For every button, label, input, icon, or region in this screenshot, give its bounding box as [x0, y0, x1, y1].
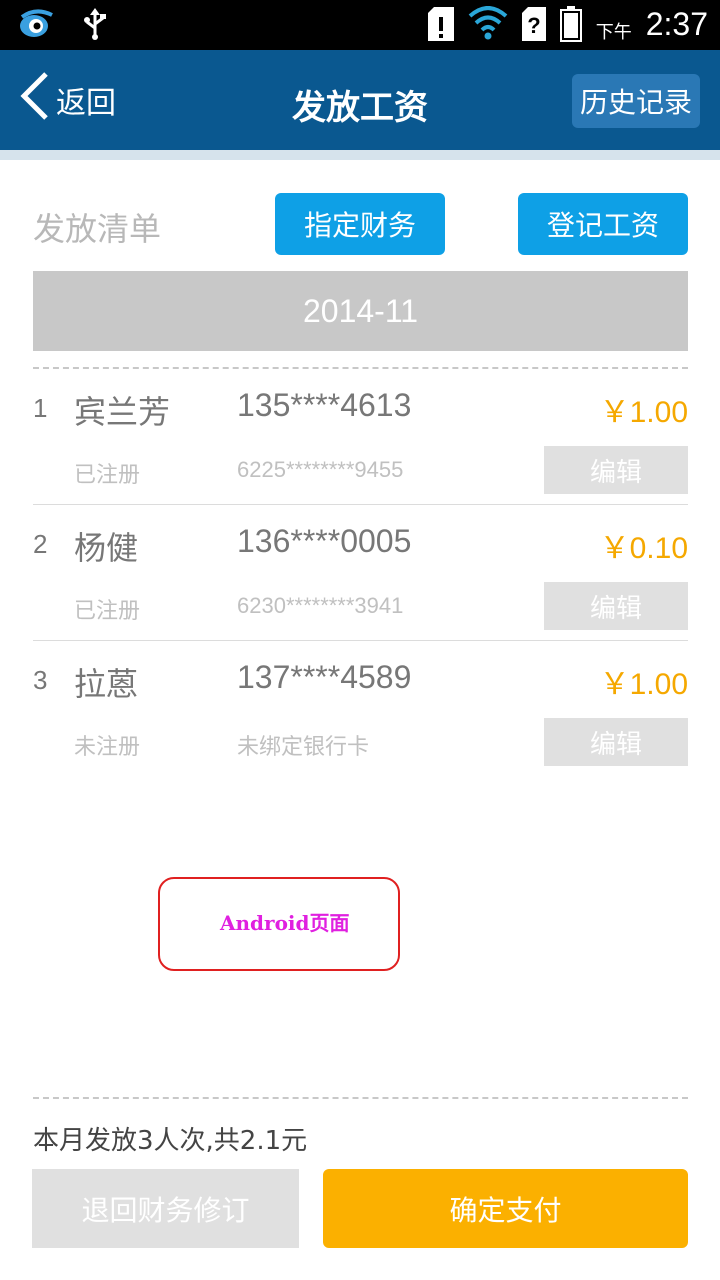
annotation-text: Android页面 — [220, 911, 350, 935]
table-row: 2 杨健 136****0005 ￥0.10 已注册 6230********3… — [33, 505, 688, 641]
assign-finance-button[interactable]: 指定财务 — [275, 193, 445, 255]
confirm-payment-button[interactable]: 确定支付 — [323, 1169, 688, 1248]
bank-card-number: 6230********3941 — [237, 593, 404, 618]
status-bar: ? 下午 2:37 — [0, 0, 720, 50]
title-bar: 返回 发放工资 历史记录 — [0, 50, 720, 150]
header-divider — [0, 150, 720, 160]
app-bird-icon — [18, 9, 54, 39]
bank-card-number: 6225********9455 — [237, 457, 404, 482]
register-salary-button[interactable]: 登记工资 — [518, 193, 688, 255]
list-label: 发放清单 — [33, 210, 162, 248]
registration-status: 已注册 — [74, 599, 141, 624]
employee-name: 拉蒽 — [74, 665, 139, 703]
employee-name: 宾兰芳 — [74, 393, 171, 431]
month-bar: 2014-11 — [33, 271, 688, 351]
annotation-box: Android页面 — [158, 877, 400, 971]
registration-status: 已注册 — [74, 463, 141, 488]
table-row: 1 宾兰芳 135****4613 ￥1.00 已注册 6225********… — [33, 369, 688, 505]
bank-card-number: 未绑定银行卡 — [237, 734, 370, 759]
table-row: 3 拉蒽 137****4589 ￥1.00 未注册 未绑定银行卡 编辑 — [33, 641, 688, 777]
payment-summary: 本月发放3人次,共2.1元 — [33, 1126, 308, 1156]
salary-amount: ￥1.00 — [599, 668, 688, 701]
status-time: 2:37 — [645, 5, 708, 42]
edit-button[interactable]: 编辑 — [544, 718, 688, 766]
row-index: 1 — [33, 393, 48, 423]
registration-status: 未注册 — [74, 735, 141, 760]
footer-divider — [33, 1097, 688, 1099]
employee-phone: 136****0005 — [237, 523, 412, 559]
history-button[interactable]: 历史记录 — [572, 74, 700, 128]
sd-card-alert-icon — [427, 7, 454, 41]
edit-button[interactable]: 编辑 — [544, 446, 688, 494]
edit-button[interactable]: 编辑 — [544, 582, 688, 630]
return-for-revision-button[interactable]: 退回财务修订 — [32, 1169, 299, 1248]
row-index: 3 — [33, 665, 48, 695]
svg-text:?: ? — [527, 13, 540, 38]
wifi-icon — [468, 6, 508, 42]
salary-amount: ￥1.00 — [599, 396, 688, 429]
salary-amount: ￥0.10 — [599, 532, 688, 565]
employee-name: 杨健 — [74, 529, 139, 567]
employee-phone: 135****4613 — [237, 387, 412, 423]
status-ampm: 下午 — [595, 22, 632, 43]
battery-icon — [559, 6, 582, 42]
sim-unknown-icon: ? — [521, 7, 546, 41]
row-index: 2 — [33, 529, 48, 559]
usb-icon — [84, 8, 106, 40]
employee-phone: 137****4589 — [237, 659, 412, 695]
